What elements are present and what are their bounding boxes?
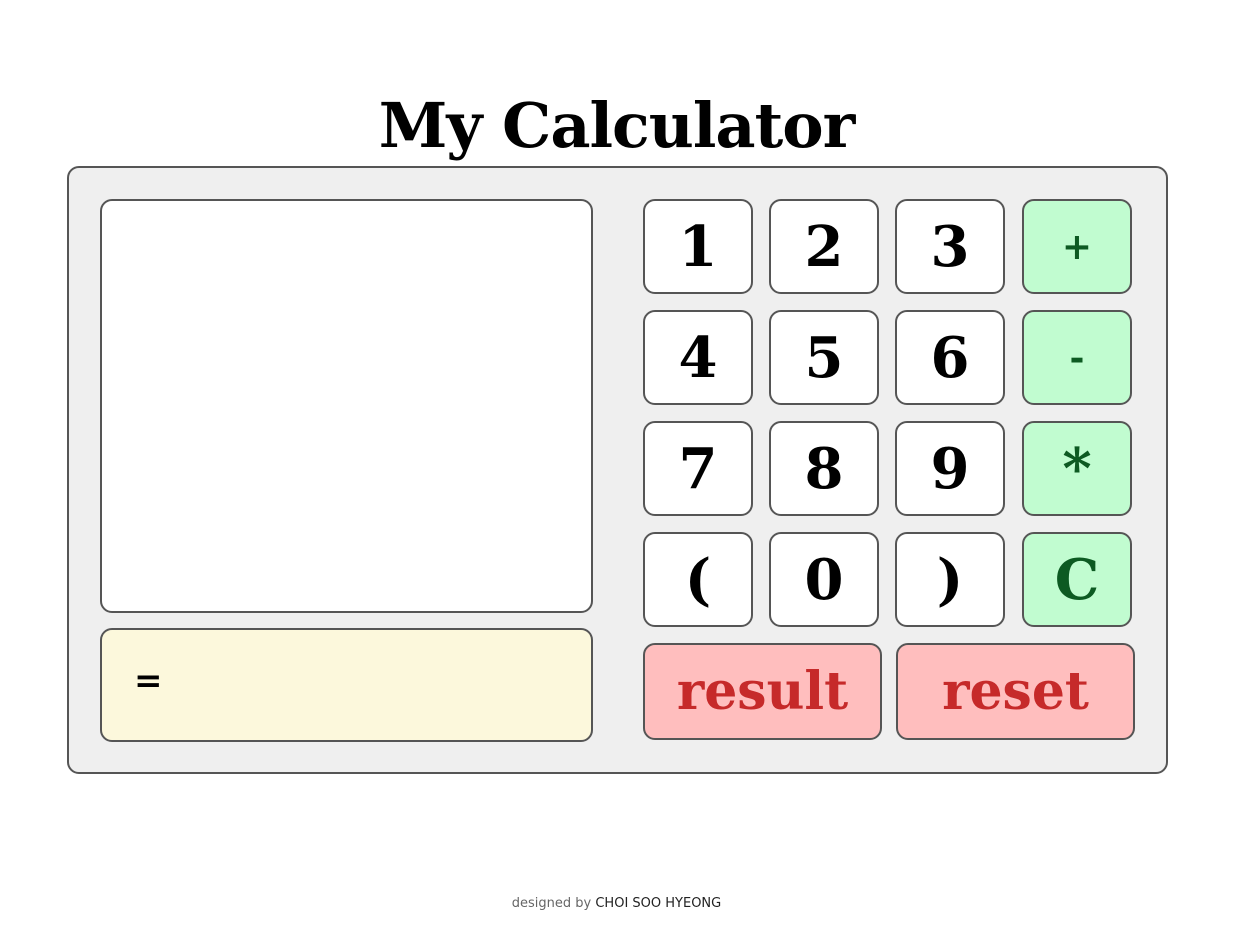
result-button[interactable]: result [643,643,882,740]
key-7[interactable]: 7 [643,421,753,516]
footer-prefix: designed by [511,896,592,911]
key-5[interactable]: 5 [769,310,879,405]
key-clear[interactable]: C [1022,532,1132,627]
result-display: = [100,628,593,742]
equals-sign: = [134,661,163,701]
key-3[interactable]: 3 [895,199,1005,294]
key-1[interactable]: 1 [643,199,753,294]
key-2[interactable]: 2 [769,199,879,294]
key-8[interactable]: 8 [769,421,879,516]
reset-button[interactable]: reset [896,643,1135,740]
calculator-panel: = 1 2 3 + 4 5 6 - 7 8 9 * ( 0 ) C result… [67,166,1168,774]
key-left-paren[interactable]: ( [643,532,753,627]
page-title: My Calculator [378,89,856,162]
key-9[interactable]: 9 [895,421,1005,516]
expression-display [100,199,593,613]
key-6[interactable]: 6 [895,310,1005,405]
key-right-paren[interactable]: ) [895,532,1005,627]
key-4[interactable]: 4 [643,310,753,405]
key-minus[interactable]: - [1022,310,1132,405]
footer-credit: designed by CHOI SOO HYEONG [0,896,1233,911]
key-plus[interactable]: + [1022,199,1132,294]
key-0[interactable]: 0 [769,532,879,627]
key-multiply[interactable]: * [1022,421,1132,516]
footer-author: CHOI SOO HYEONG [595,896,722,911]
